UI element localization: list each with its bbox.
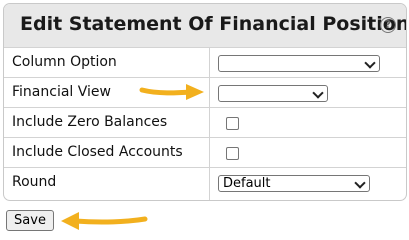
save-button[interactable]: Save	[6, 210, 54, 231]
form-row-column-option: Column Option	[4, 47, 406, 78]
column-option-select[interactable]	[218, 55, 380, 72]
chevron-down-icon	[354, 177, 366, 189]
round-label: Round	[12, 174, 57, 190]
cell-divider	[209, 48, 210, 78]
chevron-down-icon	[312, 87, 324, 99]
include-closed-accounts-checkbox[interactable]	[226, 147, 239, 160]
arrow-icon	[139, 84, 204, 100]
financial-view-select[interactable]	[218, 85, 328, 102]
cell-divider	[209, 108, 210, 138]
help-circle-icon[interactable]: ?	[380, 17, 396, 33]
include-zero-balances-label: Include Zero Balances	[12, 114, 168, 130]
include-zero-balances-checkbox[interactable]	[226, 117, 239, 130]
round-value: Default	[223, 176, 271, 191]
form-row-include-zero-balances: Include Zero Balances	[4, 107, 406, 138]
column-option-label: Column Option	[12, 54, 117, 70]
financial-view-label: Financial View	[12, 84, 111, 100]
form-row-include-closed-accounts: Include Closed Accounts	[4, 137, 406, 168]
page-title: Edit Statement Of Financial Position	[20, 13, 407, 35]
arrow-icon	[61, 212, 148, 230]
chevron-down-icon	[364, 57, 376, 69]
cell-divider	[209, 168, 210, 200]
form-row-round: Round Default	[4, 167, 406, 200]
cell-divider	[209, 138, 210, 168]
include-closed-accounts-label: Include Closed Accounts	[12, 144, 183, 160]
panel-header: Edit Statement Of Financial Position ?	[4, 4, 406, 48]
round-select[interactable]: Default	[218, 175, 370, 192]
